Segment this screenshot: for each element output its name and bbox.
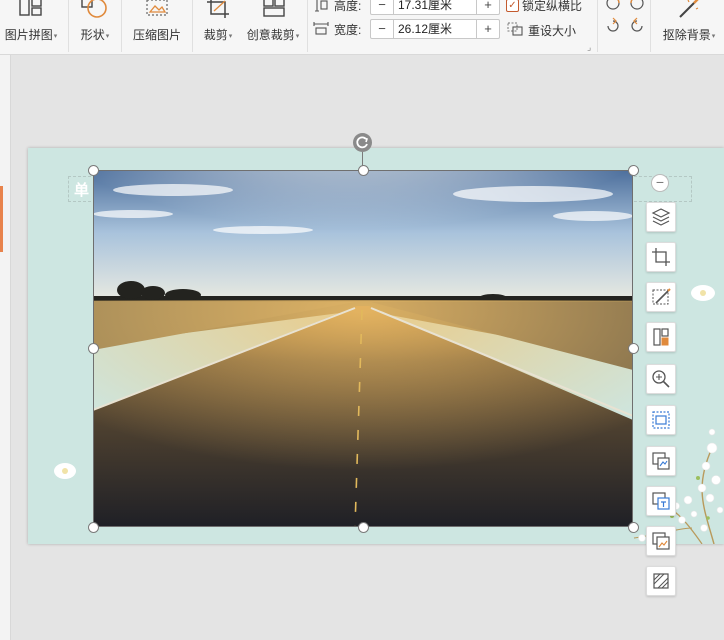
divider (650, 0, 651, 52)
shape-button[interactable]: 形状▾ (74, 0, 116, 52)
split-picture-icon (653, 328, 669, 346)
height-icon (315, 0, 328, 12)
zoom-button[interactable] (646, 364, 676, 394)
crop-tool-button[interactable] (646, 242, 676, 272)
zoom-icon (652, 370, 670, 388)
fit-button[interactable] (646, 405, 676, 435)
picture-gallery-button[interactable] (646, 526, 676, 556)
height-increase-button[interactable]: + (476, 0, 499, 14)
resize-handle-bottom-left[interactable] (88, 522, 99, 533)
reset-size-icon (507, 22, 523, 36)
compress-picture-button[interactable]: 压缩图片 (126, 0, 188, 52)
edit-picture-button[interactable] (646, 282, 676, 312)
resize-handle-right[interactable] (628, 343, 639, 354)
divider (68, 0, 69, 52)
picture-collage-button[interactable]: 图片拼图▾ (0, 0, 62, 52)
title-text[interactable]: 单 (74, 179, 89, 200)
divider (307, 0, 308, 52)
layers-button[interactable] (646, 202, 676, 232)
transparency-icon (653, 573, 669, 589)
chevron-down-icon: ▾ (105, 32, 110, 40)
rotate-handle[interactable] (353, 133, 372, 152)
picture-to-text-button[interactable] (646, 486, 676, 516)
shape-icon (81, 0, 107, 18)
dialog-launcher-icon[interactable]: ⌟ (587, 42, 591, 53)
collage-icon (19, 0, 42, 16)
chevron-down-icon: ▾ (295, 32, 300, 40)
width-increase-button[interactable]: + (476, 20, 499, 38)
width-stepper: − 26.12厘米 + (370, 19, 500, 39)
picture-gallery-icon (652, 532, 670, 550)
layers-icon (651, 208, 671, 226)
crop-button[interactable]: 裁剪▾ (197, 0, 239, 52)
compress-icon (146, 0, 168, 16)
picture-to-text-icon (652, 492, 670, 510)
small-flower-decoration (54, 463, 76, 479)
resize-handle-bottom-right[interactable] (628, 522, 639, 533)
selection-frame (93, 170, 633, 527)
lock-ratio-checkbox[interactable]: ✓ (506, 0, 519, 12)
height-label: 高度: (334, 0, 362, 13)
divider (597, 0, 598, 52)
small-flower-decoration (691, 285, 715, 301)
height-stepper: − 17.31厘米 + (370, 0, 500, 15)
creative-crop-icon (263, 0, 285, 17)
collapse-toolbar-button[interactable]: − (651, 174, 669, 192)
magic-wand-icon (679, 0, 699, 18)
resize-handle-top-left[interactable] (88, 165, 99, 176)
rotate-flip-icons[interactable] (604, 0, 646, 36)
width-decrease-button[interactable]: − (371, 20, 394, 38)
remove-background-label: 抠除背景 (662, 28, 711, 42)
creative-crop-label: 创意裁剪 (246, 28, 295, 42)
picture-collage-label: 图片拼图 (4, 28, 53, 42)
crop-label: 裁剪 (203, 28, 228, 42)
thumbnail-selection-indicator (0, 186, 3, 252)
divider (121, 0, 122, 52)
edit-picture-icon (652, 288, 671, 305)
compress-label: 压缩图片 (132, 28, 181, 42)
transparency-button[interactable] (646, 566, 676, 596)
lock-ratio-label[interactable]: 锁定纵横比 (522, 0, 582, 14)
crop-icon (207, 0, 229, 18)
replace-picture-icon (652, 452, 670, 470)
resize-handle-left[interactable] (88, 343, 99, 354)
width-icon (313, 22, 329, 35)
divider (192, 0, 193, 52)
chevron-down-icon: ▾ (53, 32, 58, 40)
replace-picture-button[interactable] (646, 446, 676, 476)
thumbnail-strip[interactable] (0, 55, 11, 640)
fit-icon (652, 411, 670, 429)
creative-crop-button[interactable]: 创意裁剪▾ (242, 0, 304, 52)
shape-label: 形状 (80, 28, 105, 42)
crop-icon (652, 248, 670, 266)
rotate-icon (356, 136, 369, 149)
resize-handle-top-right[interactable] (628, 165, 639, 176)
width-label: 宽度: (334, 23, 362, 37)
height-input[interactable]: 17.31厘米 (398, 0, 452, 13)
resize-handle-top[interactable] (358, 165, 369, 176)
chevron-down-icon: ▾ (711, 32, 716, 40)
ribbon-toolbar: 图片拼图▾ 形状▾ 压缩图片 裁剪▾ 创意裁剪▾ 高度: − 17.31厘米 +… (0, 0, 724, 55)
reset-size-label: 重设大小 (528, 24, 577, 38)
chevron-down-icon: ▾ (228, 32, 233, 40)
height-decrease-button[interactable]: − (371, 0, 394, 14)
resize-handle-bottom[interactable] (358, 522, 369, 533)
remove-background-button[interactable]: 抠除背景▾ (654, 0, 724, 52)
split-picture-button[interactable] (646, 322, 676, 352)
width-input[interactable]: 26.12厘米 (398, 21, 452, 37)
